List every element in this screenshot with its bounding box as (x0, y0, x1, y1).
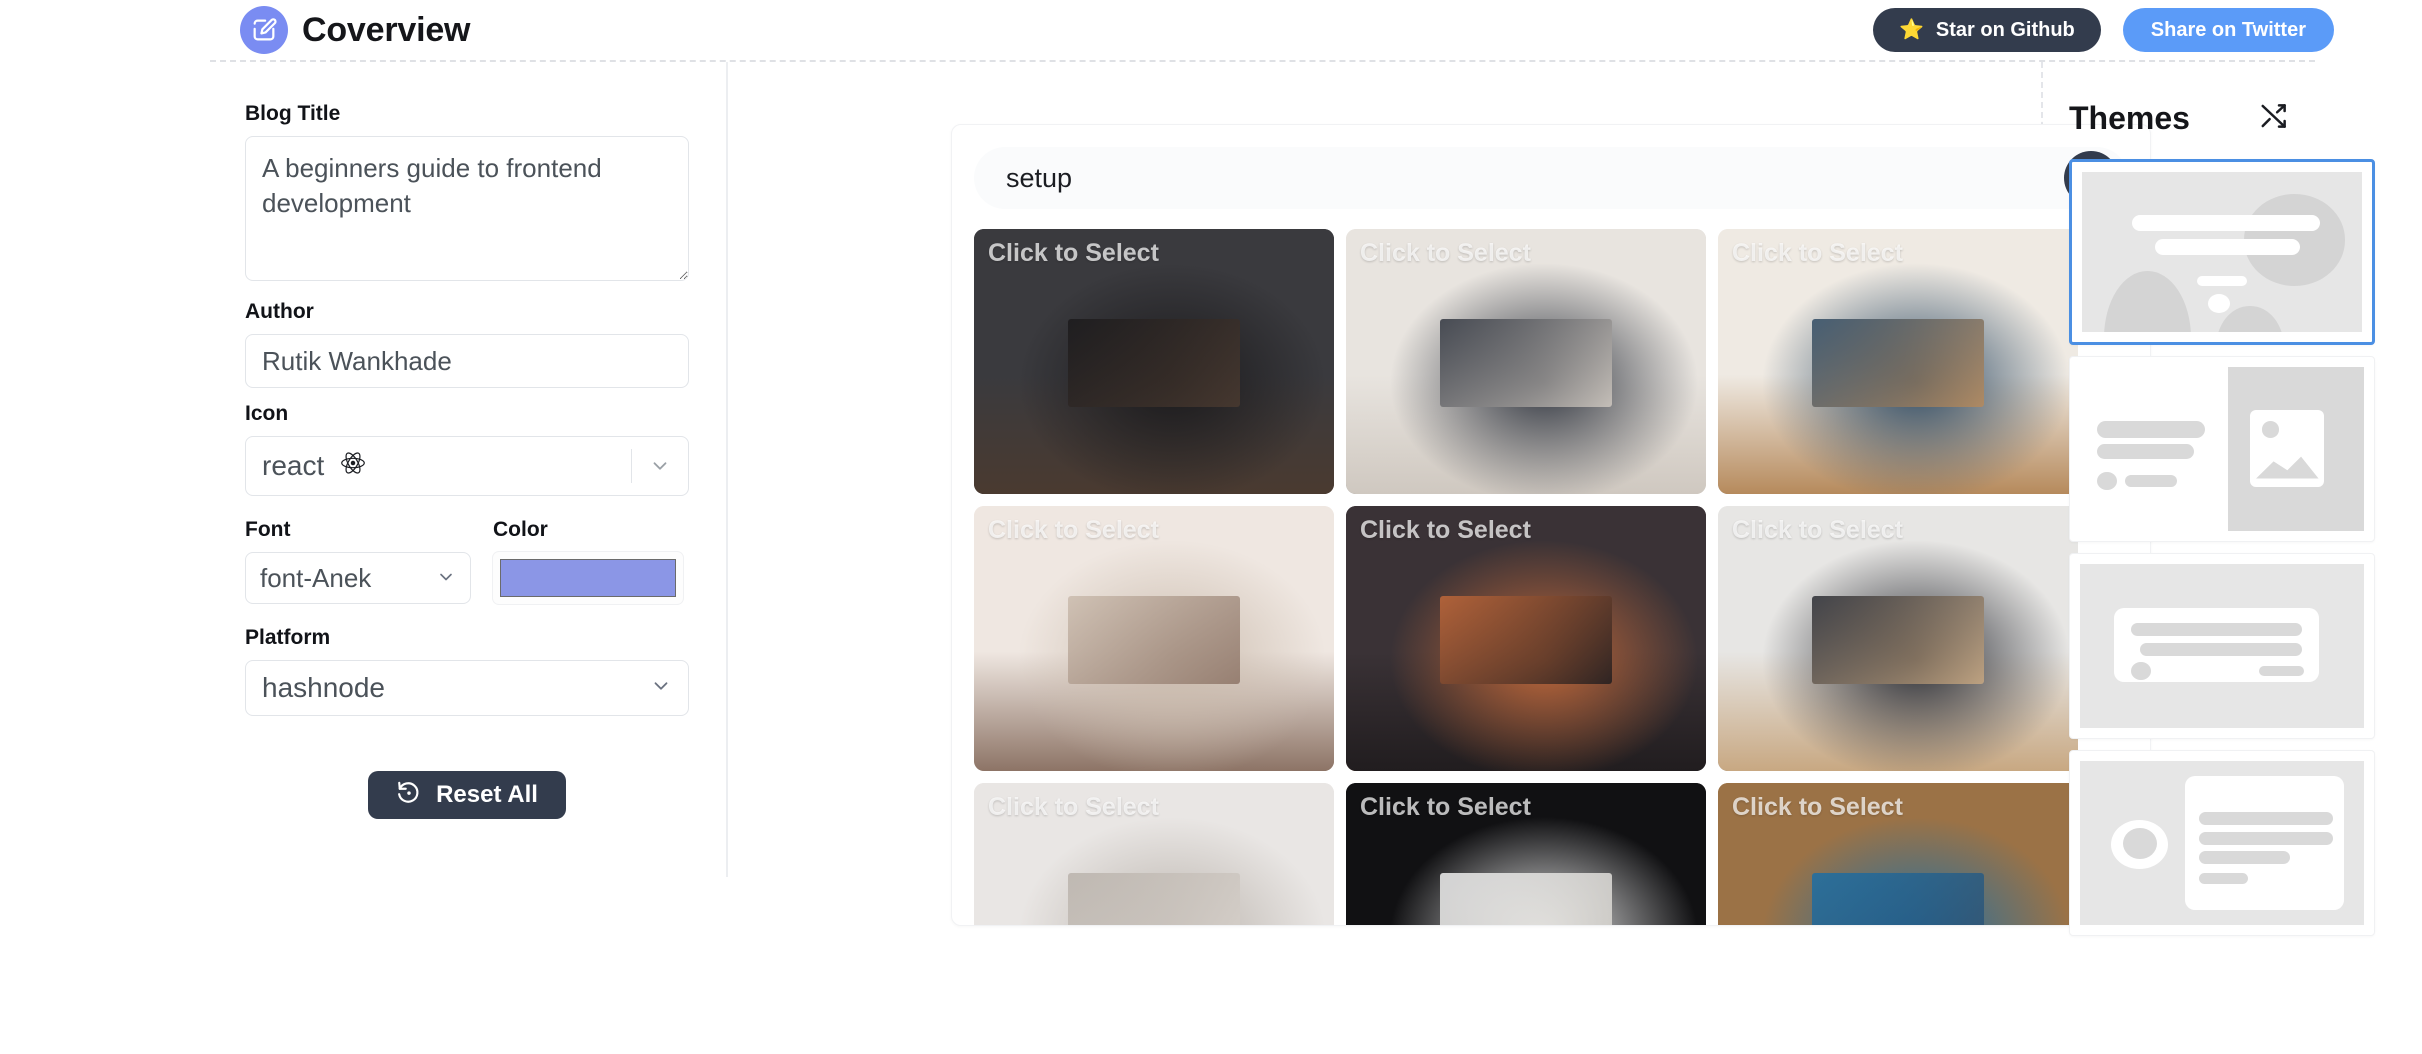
color-label: Color (493, 518, 548, 541)
image-result-tile[interactable]: Click to Select (1718, 229, 2078, 494)
platform-select[interactable]: hashnode (245, 660, 689, 716)
settings-form-panel: Blog Title Author Icon react (210, 62, 728, 877)
font-field: Font font-Anek (245, 518, 471, 604)
theme-card[interactable] (2069, 159, 2375, 345)
theme-card[interactable] (2069, 356, 2375, 542)
image-result-tile[interactable]: Click to Select (1346, 506, 1706, 771)
font-label: Font (245, 518, 291, 541)
image-picker-panel: Click to SelectClick to SelectClick to S… (728, 62, 2151, 926)
search-input[interactable] (1004, 161, 2064, 195)
theme-card[interactable] (2069, 750, 2375, 936)
font-select-value: font-Anek (260, 562, 372, 593)
theme-list (2069, 159, 2375, 936)
image-result-tile[interactable]: Click to Select (1718, 783, 2078, 925)
share-on-twitter-label: Share on Twitter (2150, 18, 2306, 41)
platform-label: Platform (245, 626, 331, 649)
editor-shell: Blog Title Author Icon react (210, 60, 2375, 936)
image-result-tile[interactable]: Click to Select (1346, 229, 1706, 494)
author-input[interactable] (245, 334, 689, 388)
reset-rotate-icon (396, 779, 422, 812)
theme-preview (2080, 761, 2364, 925)
image-results-grid: Click to Select Click to Select Click to S… (974, 229, 2128, 925)
image-thumbnail-detail (1439, 596, 1613, 684)
icon-select[interactable]: react (245, 436, 689, 496)
image-picker-card: Click to SelectClick to SelectClick to S… (951, 124, 2151, 926)
react-atom-icon (338, 448, 368, 485)
shuffle-icon[interactable] (2259, 101, 2289, 136)
reset-all-button[interactable]: Reset All (368, 771, 566, 819)
reset-row: Reset All (245, 771, 689, 819)
image-thumbnail-detail (1439, 873, 1613, 925)
brand: Coverview (240, 0, 470, 60)
image-thumbnail-detail (1811, 596, 1985, 684)
icon-select-value: react (262, 450, 325, 481)
themes-panel: Themes (2043, 62, 2375, 936)
star-icon: ⭐ (1898, 19, 1924, 41)
page-title: Coverview (302, 10, 471, 49)
platform-select-value: hashnode (262, 672, 386, 703)
star-on-github-label: Star on Github (1935, 18, 2075, 41)
image-thumbnail-detail (1811, 319, 1985, 407)
image-thumbnail-detail (1067, 873, 1241, 925)
header-actions: ⭐ Star on Github Share on Twitter (1872, 0, 2334, 60)
image-thumbnail-detail (1439, 319, 1613, 407)
theme-preview (2082, 172, 2362, 332)
chevron-down-icon (650, 672, 672, 704)
image-thumbnail-detail (1811, 873, 1985, 925)
share-on-twitter-button[interactable]: Share on Twitter (2122, 8, 2334, 52)
reset-all-label: Reset All (436, 781, 538, 808)
blog-title-label: Blog Title (245, 102, 341, 125)
image-result-tile[interactable]: Click to Select (1346, 783, 1706, 925)
themes-title: Themes (2069, 100, 2190, 136)
image-result-tile[interactable]: Click to Select (974, 229, 1334, 494)
image-thumbnail-detail (1067, 596, 1241, 684)
theme-preview (2080, 367, 2364, 531)
themes-header: Themes (2069, 100, 2289, 137)
color-swatch[interactable] (500, 559, 676, 597)
chevron-down-icon[interactable] (632, 455, 688, 477)
author-label: Author (245, 300, 314, 323)
icon-select-value-wrap: react (262, 448, 631, 485)
image-search-row (974, 147, 2128, 209)
color-field: Color (493, 518, 689, 604)
star-on-github-button[interactable]: ⭐ Star on Github (1872, 8, 2101, 52)
image-result-tile[interactable]: Click to Select (974, 506, 1334, 771)
image-result-tile[interactable]: Click to Select (1718, 506, 2078, 771)
font-color-row: Font font-Anek Color (245, 518, 689, 604)
theme-card[interactable] (2069, 553, 2375, 739)
edit-pencil-square-icon (240, 6, 288, 54)
app-header: Coverview ⭐ Star on Github Share on Twit… (0, 0, 2422, 60)
image-thumbnail-detail (1067, 319, 1241, 407)
theme-preview (2080, 564, 2364, 728)
color-picker-wrap (493, 552, 683, 604)
chevron-down-icon (436, 563, 456, 594)
font-select[interactable]: font-Anek (245, 552, 471, 604)
icon-label: Icon (245, 402, 289, 425)
blog-title-input[interactable] (245, 136, 689, 281)
image-result-tile[interactable]: Click to Select (974, 783, 1334, 925)
